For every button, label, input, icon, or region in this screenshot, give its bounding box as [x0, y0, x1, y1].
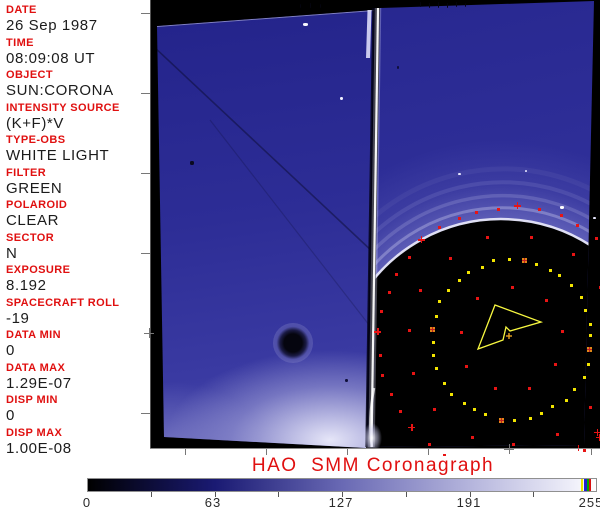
colorbar-label: 191	[456, 495, 482, 510]
meta-label: DISP MIN	[6, 394, 58, 406]
left-axis-line	[150, 0, 151, 449]
meta-item: TYPE-OBS WHITE LIGHT	[6, 134, 150, 167]
colorbar-label: 127	[328, 495, 354, 510]
colorbar-label: 255	[578, 495, 600, 510]
meta-item: DISP MAX 1.00E-08	[6, 427, 150, 460]
meta-value: 8.192	[6, 277, 47, 294]
meta-label: DATE	[6, 4, 37, 16]
meta-value: GREEN	[6, 179, 63, 197]
left-axis-tick	[141, 13, 150, 14]
meta-label: TYPE-OBS	[6, 134, 66, 146]
meta-label: INTENSITY SOURCE	[6, 101, 120, 114]
meta-label: DATA MIN	[6, 329, 61, 341]
meta-value: CLEAR	[6, 212, 60, 229]
meta-label: SPACECRAFT ROLL	[6, 296, 120, 309]
image-overlay	[157, 7, 594, 448]
colorbar	[87, 478, 597, 492]
meta-value: WHITE LIGHT	[6, 147, 110, 164]
meta-item: DATE 26 Sep 1987	[6, 4, 150, 37]
meta-value: 1.00E-08	[6, 439, 72, 457]
meta-label: DATA MAX	[6, 361, 66, 374]
meta-item: OBJECT SUN:CORONA	[6, 69, 150, 102]
colorbar-stripe	[589, 479, 592, 491]
colorbar-label: 63	[204, 495, 222, 510]
meta-item: EXPOSURE 8.192	[6, 264, 150, 297]
meta-value: (K+F)*V	[6, 114, 64, 132]
meta-item: INTENSITY SOURCE (K+F)*V	[6, 102, 150, 135]
left-axis-tick	[141, 173, 150, 174]
colorbar-label: 0	[82, 495, 92, 510]
meta-value: 26 Sep 1987	[6, 17, 98, 34]
meta-value: 0	[6, 407, 15, 424]
meta-item: TIME 08:09:08 UT	[6, 37, 150, 70]
meta-label: TIME	[6, 36, 34, 49]
axis-cross-marker	[149, 328, 150, 338]
bottom-axis-line	[150, 448, 600, 449]
meta-value: 0	[6, 342, 15, 359]
metadata-sidebar: DATE 26 Sep 1987 TIME 08:09:08 UT OBJECT SUN:…	[0, 0, 150, 457]
colorbar-tick	[151, 492, 152, 497]
left-axis-tick	[141, 253, 150, 254]
meta-label: EXPOSURE	[6, 264, 71, 276]
meta-value: -19	[6, 309, 30, 327]
ring-dot	[582, 449, 586, 453]
meta-item: DISP MIN 0	[6, 394, 150, 427]
meta-item: DATA MIN 0	[6, 329, 150, 362]
axis-cross-marker	[509, 444, 510, 454]
plot-title: HAO SMM Coronagraph	[251, 455, 495, 476]
colorbar-tick	[406, 492, 407, 497]
left-axis-tick	[141, 93, 150, 94]
meta-item: POLAROID CLEAR	[6, 199, 150, 232]
meta-label: OBJECT	[6, 69, 54, 81]
meta-item: FILTER GREEN	[6, 167, 150, 200]
meta-item: DATA MAX 1.29E-07	[6, 362, 150, 395]
left-axis-tick	[141, 413, 150, 414]
meta-value: SUN:CORONA	[6, 82, 114, 99]
meta-label: FILTER	[6, 166, 47, 179]
bottom-axis-tick	[591, 449, 592, 455]
meta-label: DISP MAX	[6, 426, 63, 439]
coronagraph-image	[150, 0, 600, 448]
bottom-axis-tick	[185, 449, 186, 455]
meta-label: SECTOR	[6, 231, 55, 244]
colorbar-tick	[533, 492, 534, 497]
meta-value: 1.29E-07	[6, 374, 72, 392]
meta-value: N	[6, 244, 18, 262]
meta-value: 08:09:08 UT	[6, 49, 96, 67]
left-panel-streaks	[157, 10, 374, 331]
meta-label: POLAROID	[6, 199, 68, 211]
meta-item: SECTOR N	[6, 232, 150, 265]
colorbar-tick	[278, 492, 279, 497]
meta-item: SPACECRAFT ROLL -19	[6, 297, 150, 330]
